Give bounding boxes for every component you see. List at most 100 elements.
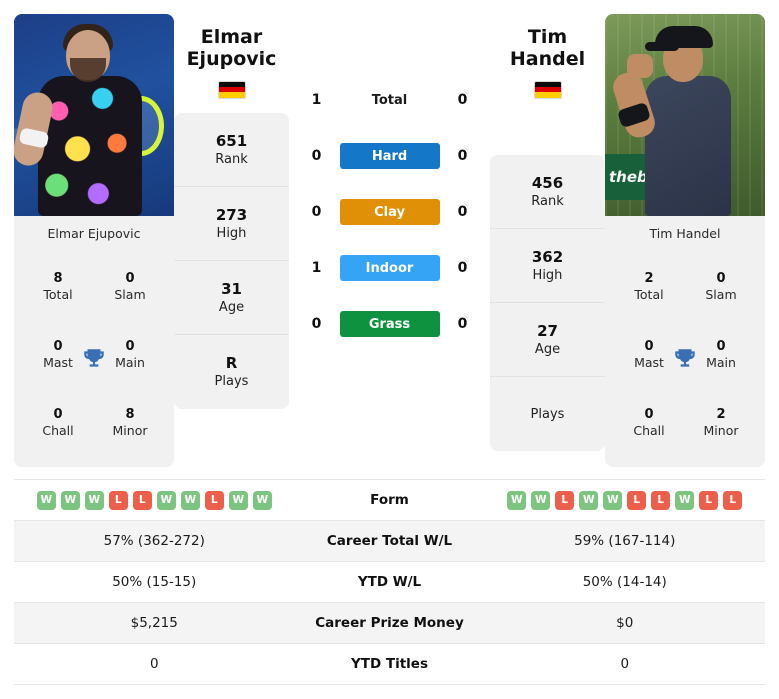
form-badge-1[interactable]: W xyxy=(36,490,56,510)
row-right-value: 0 xyxy=(620,656,630,672)
stat-rank: 651 Rank xyxy=(174,113,289,187)
title-mast-value: 0 xyxy=(644,338,654,354)
left-player-photo-name: Elmar Ejupovic xyxy=(14,216,174,250)
title-total: 8 Total xyxy=(22,252,94,320)
form-badge-6[interactable]: L xyxy=(627,490,647,510)
form-badge-8[interactable]: W xyxy=(675,490,695,510)
right-flag-wrap xyxy=(490,80,605,99)
stat-rank-value: 456 xyxy=(531,173,564,192)
title-total-label: Total xyxy=(634,286,664,302)
player-comparison-page: Tennis Elmar Ejupovic 8 Total xyxy=(0,0,779,699)
row-right-value: WWLWWLLWLL xyxy=(485,490,766,510)
form-badge-8[interactable]: L xyxy=(204,490,224,510)
h2h-clay-left: 0 xyxy=(311,204,322,220)
title-total-value: 2 xyxy=(644,270,654,286)
stat-age: 27 Age xyxy=(490,303,605,377)
title-slam-value: 0 xyxy=(125,270,135,286)
stat-plays: R Plays xyxy=(174,335,289,409)
table-row: 0 YTD Titles 0 xyxy=(14,644,765,685)
title-slam-label: Slam xyxy=(114,286,146,302)
row-left-value: $5,215 xyxy=(130,615,178,631)
h2h-row-hard: 0 Hard 0 xyxy=(289,128,490,184)
right-titles-grid: 2 Total 0 Slam 0 Mast 0 Main 0 Chall 2 M… xyxy=(605,250,765,467)
row-right-value: $0 xyxy=(616,615,634,631)
stat-age-value: 31 xyxy=(221,279,242,298)
row-left-value: 50% (15-15) xyxy=(112,574,197,590)
title-main-label: Main xyxy=(115,354,145,370)
surface-badge-clay[interactable]: Clay xyxy=(339,199,440,225)
form-badge-5[interactable]: W xyxy=(603,490,623,510)
h2h-hard-mid: Hard xyxy=(339,143,440,169)
row-left-value: 0 xyxy=(149,656,159,672)
form-badge-4[interactable]: W xyxy=(579,490,599,510)
form-badge-9[interactable]: W xyxy=(228,490,248,510)
title-total: 2 Total xyxy=(613,252,685,320)
trophy-icon xyxy=(675,348,695,367)
h2h-total-right: 0 xyxy=(457,92,468,108)
form-badge-3[interactable]: W xyxy=(84,490,104,510)
stat-high-value: 273 xyxy=(215,205,248,224)
stat-high: 273 High xyxy=(174,187,289,261)
surface-badge-indoor[interactable]: Indoor xyxy=(339,255,440,281)
head-to-head-column: 1 Total 0 0 Hard 0 0 Clay 0 1 Indoor 0 0… xyxy=(289,14,490,352)
player-torso xyxy=(645,76,731,216)
form-badge-9[interactable]: L xyxy=(699,490,719,510)
h2h-hard-left: 0 xyxy=(311,148,322,164)
title-minor-value: 2 xyxy=(716,407,726,423)
form-badge-2[interactable]: W xyxy=(60,490,80,510)
h2h-clay-right: 0 xyxy=(457,204,468,220)
title-chall: 0 Chall xyxy=(22,389,94,457)
h2h-indoor-right: 0 xyxy=(457,260,468,276)
left-player-panel: Tennis Elmar Ejupovic 8 Total xyxy=(14,14,174,467)
form-badge-7[interactable]: L xyxy=(651,490,671,510)
germany-flag-icon xyxy=(533,80,562,99)
h2h-row-total: 1 Total 0 xyxy=(289,72,490,128)
left-player-name: Elmar Ejupovic xyxy=(174,26,289,71)
h2h-grass-left: 0 xyxy=(311,316,322,332)
h2h-grass-mid: Grass xyxy=(339,311,440,337)
form-badge-1[interactable]: W xyxy=(507,490,527,510)
stat-age-label: Age xyxy=(534,341,561,357)
stat-high-label: High xyxy=(532,267,563,283)
title-chall-label: Chall xyxy=(42,423,74,439)
form-badge-10[interactable]: W xyxy=(252,490,272,510)
form-badge-5[interactable]: L xyxy=(132,490,152,510)
surface-badge-hard[interactable]: Hard xyxy=(339,143,440,169)
left-player-photo: Tennis xyxy=(14,14,174,216)
form-badge-2[interactable]: W xyxy=(531,490,551,510)
right-player-card[interactable]: theby's Tim Handel 2 Total 0 Slam 0 Mast… xyxy=(605,14,765,467)
form-badge-4[interactable]: L xyxy=(108,490,128,510)
form-badge-10[interactable]: L xyxy=(723,490,743,510)
stat-age-value: 27 xyxy=(537,321,558,340)
h2h-total-left: 1 xyxy=(311,92,322,108)
right-player-photo: theby's xyxy=(605,14,765,216)
h2h-total-label: Total xyxy=(371,92,408,108)
stat-rank-value: 651 xyxy=(215,131,248,150)
left-titles-grid: 8 Total 0 Slam 0 Mast 0 Main 0 Chall 8 M… xyxy=(14,250,174,467)
row-right-value: 50% (14-14) xyxy=(582,574,667,590)
row-left-value: 57% (362-272) xyxy=(103,533,205,549)
form-badge-6[interactable]: W xyxy=(156,490,176,510)
right-player-info: Tim Handel 456 Rank 362 High 27 Age Play… xyxy=(490,14,605,451)
right-stat-card: 456 Rank 362 High 27 Age Plays xyxy=(490,154,605,451)
stat-high: 362 High xyxy=(490,229,605,303)
title-slam-value: 0 xyxy=(716,270,726,286)
row-left-value: WWWLLWWLWW xyxy=(14,490,295,510)
left-stat-card: 651 Rank 273 High 31 Age R Plays xyxy=(174,112,289,409)
stat-high-label: High xyxy=(216,225,247,241)
form-badge-7[interactable]: W xyxy=(180,490,200,510)
title-total-value: 8 xyxy=(53,270,63,286)
form-badge-3[interactable]: L xyxy=(555,490,575,510)
surface-badge-grass[interactable]: Grass xyxy=(339,311,440,337)
table-row: WWWLLWWLWW Form WWLWWLLWLL xyxy=(14,480,765,521)
h2h-hard-right: 0 xyxy=(457,148,468,164)
h2h-row-grass: 0 Grass 0 xyxy=(289,296,490,352)
title-slam: 0 Slam xyxy=(685,252,757,320)
stat-rank: 456 Rank xyxy=(490,155,605,229)
h2h-total-mid: Total xyxy=(340,93,440,108)
title-minor-label: Minor xyxy=(112,423,148,439)
stat-rank-label: Rank xyxy=(531,193,564,209)
left-player-card[interactable]: Tennis Elmar Ejupovic 8 Total xyxy=(14,14,174,467)
title-main-value: 0 xyxy=(716,338,726,354)
stat-plays: Plays xyxy=(490,377,605,451)
